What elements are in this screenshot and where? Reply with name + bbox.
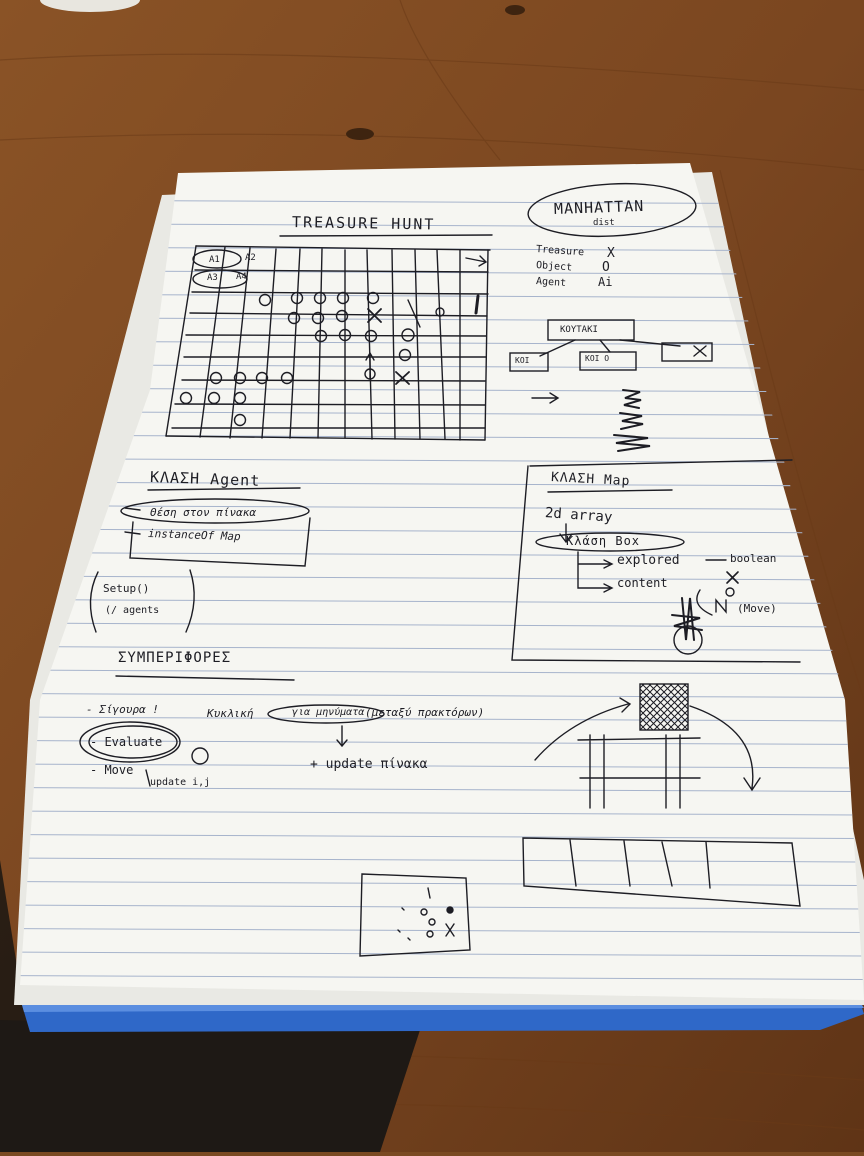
title-underline <box>279 234 493 237</box>
legend-agent-label: Agent <box>535 276 567 290</box>
boolean-label: boolean <box>730 552 777 565</box>
setup-sublabel: (/ agents <box>105 605 160 616</box>
tree-root-label: ΚΟΥΤΑΚΙ <box>560 325 598 335</box>
behaviour-line-part: (μεταξύ πρακτόρων) <box>365 706 485 719</box>
behaviour-line-part: για μηνύματα <box>292 707 365 718</box>
move-label: (Move) <box>737 602 777 615</box>
tree-node-label: ΚΟΙ O <box>585 354 610 363</box>
legend-object-symbol: O <box>602 260 610 275</box>
manhattan-sublabel: dist <box>593 218 615 228</box>
agent-class-item: Θέση στον πίνακα <box>150 506 256 519</box>
photo-drawing <box>0 0 864 1152</box>
shadow-floor <box>0 1020 420 1152</box>
photo-scene: TREASURE HUNT MANHATTAN dist Treasure Ob… <box>0 0 864 1152</box>
grid-agent-label: A3 <box>207 273 218 283</box>
grid-agent-label: A2 <box>245 253 256 263</box>
grid-agent-label: A1 <box>209 255 220 265</box>
manhattan-label: MANHATTAN <box>553 196 645 218</box>
agent-class-heading: ΚΛΑΣΗ Agent <box>149 468 261 490</box>
update-small-label: update i,j <box>150 777 211 788</box>
legend-treasure-symbol: X <box>607 246 615 261</box>
setup-label: Setup() <box>103 582 150 595</box>
legend-agent-symbol: Ai <box>598 275 613 289</box>
wood-knot <box>505 5 525 15</box>
behaviours-heading: ΣΥΜΠΕΡΙΦΟΡΕΣ <box>118 650 232 666</box>
explored-label: explored <box>617 553 680 568</box>
grid-mark <box>474 294 480 315</box>
update-table-label: + update πίνακα <box>310 757 428 772</box>
box-class-label: Κλάση Box <box>566 534 641 548</box>
behaviour-line-part: Κυκλική <box>207 707 254 720</box>
evaluate-label: - Evaluate <box>90 735 163 749</box>
wood-knot <box>346 128 374 140</box>
sketch-title: TREASURE HUNT <box>291 213 436 234</box>
tree-node-label: ΚΟΙ <box>515 356 530 365</box>
grid-agent-label: A4 <box>236 272 247 282</box>
move-behaviour-label: - Move <box>90 763 134 777</box>
content-label: content <box>617 576 668 590</box>
behaviour-line-part: - Σίγουρα ! <box>86 703 159 716</box>
